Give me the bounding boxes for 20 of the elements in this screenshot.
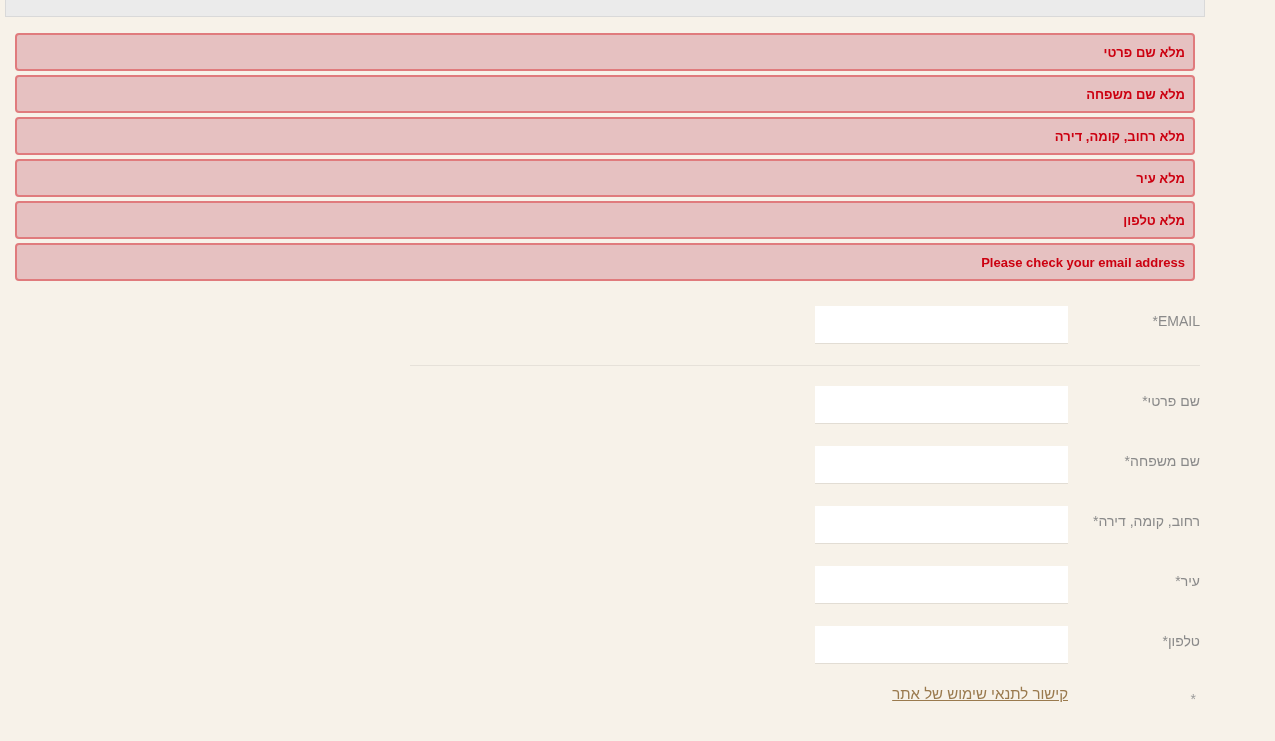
field-label: טלפון* xyxy=(1162,633,1200,649)
field-label: EMAIL* xyxy=(1152,313,1200,329)
required-mark: * xyxy=(1190,691,1196,707)
terms-link[interactable]: קישור לתנאי שימוש של אתר xyxy=(892,685,1068,702)
input-field[interactable] xyxy=(815,306,1068,344)
field-label: רחוב, קומה, דירה* xyxy=(1093,513,1200,529)
input-field[interactable] xyxy=(815,566,1068,604)
field-label: שם פרטי* xyxy=(1142,393,1200,409)
error-message: מלא שם משפחה xyxy=(15,75,1195,113)
input-field[interactable] xyxy=(815,506,1068,544)
error-message: מלא טלפון xyxy=(15,201,1195,239)
input-field[interactable] xyxy=(815,446,1068,484)
field-label: עיר* xyxy=(1175,573,1200,589)
field-label: שם משפחה* xyxy=(1124,453,1200,469)
input-field[interactable] xyxy=(815,626,1068,664)
error-message: מלא שם פרטי xyxy=(15,33,1195,71)
error-message: מלא עיר xyxy=(15,159,1195,197)
error-message: מלא רחוב, קומה, דירה xyxy=(15,117,1195,155)
error-message: Please check your email address xyxy=(15,243,1195,281)
input-field[interactable] xyxy=(815,386,1068,424)
